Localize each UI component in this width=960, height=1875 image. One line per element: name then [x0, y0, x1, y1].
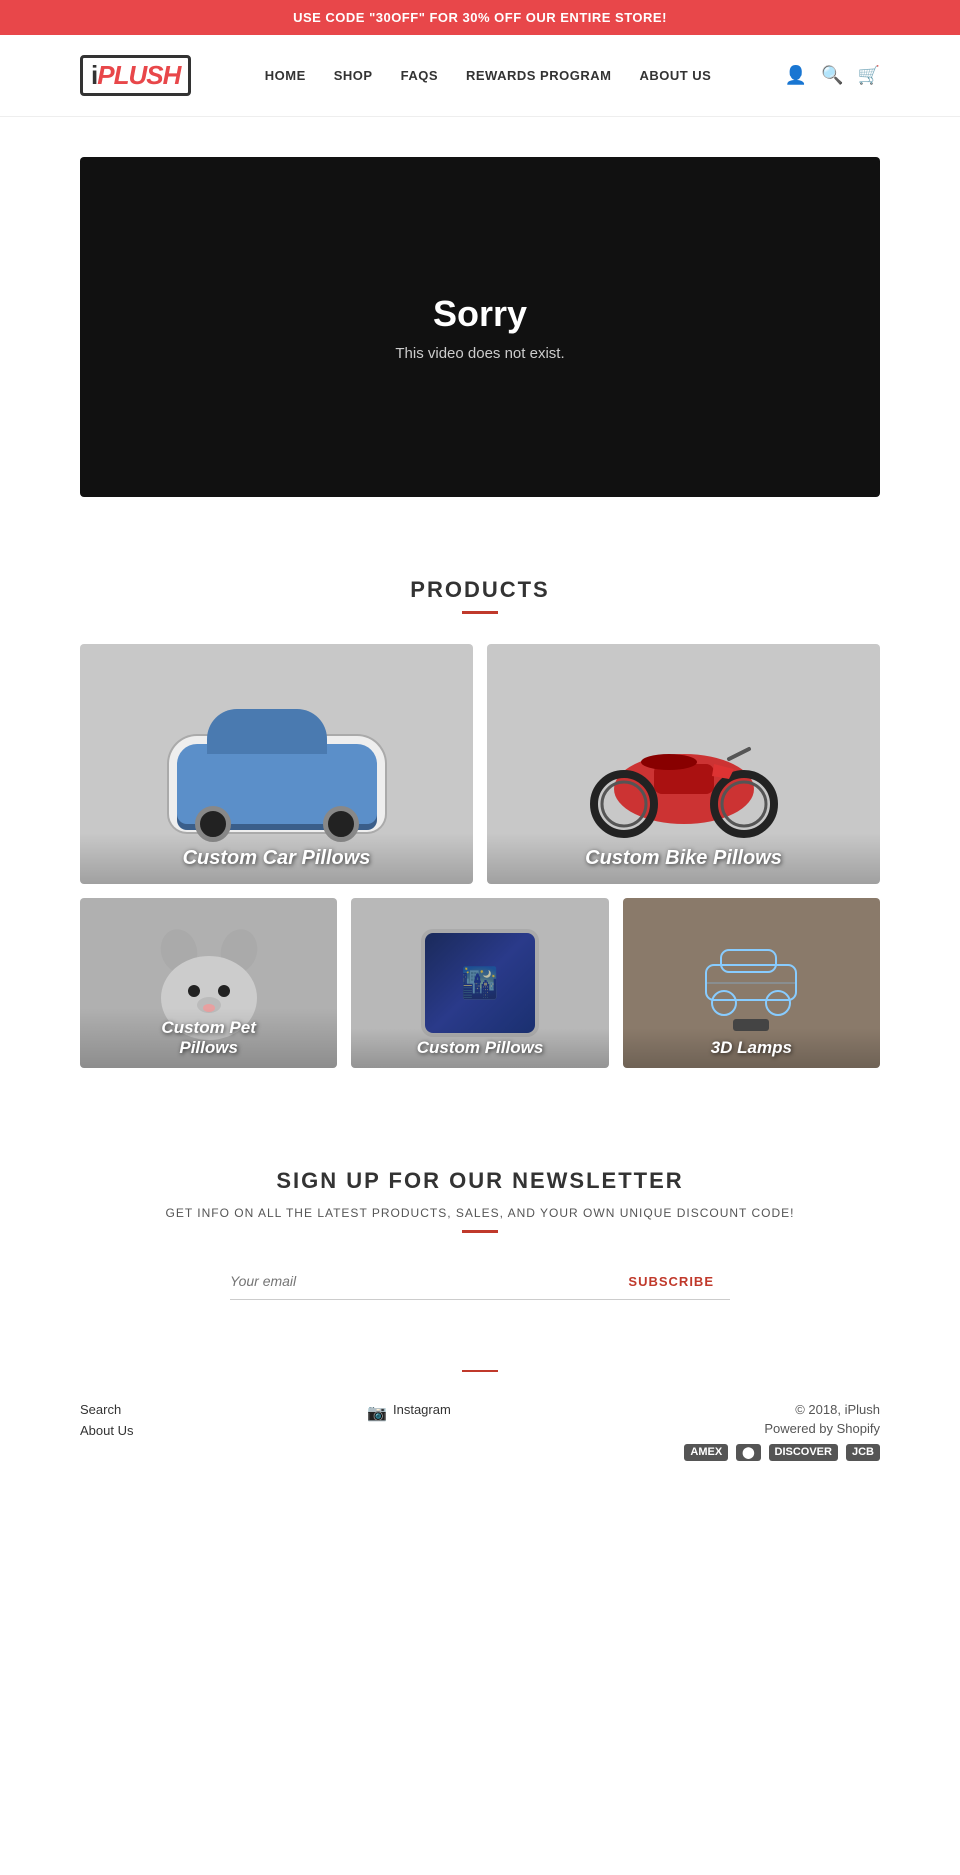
- nav-shop[interactable]: SHOP: [334, 68, 373, 83]
- nav-icons: 👤 🔍 🛒: [785, 65, 880, 86]
- products-title: PRODUCTS: [80, 577, 880, 603]
- logo-plush: PLUSH: [97, 60, 180, 90]
- title-underline: [462, 611, 498, 614]
- footer-about-link[interactable]: About Us: [80, 1423, 133, 1438]
- footer-divider: [462, 1370, 498, 1372]
- footer-links: Search About Us 📷 Instagram © 2018, iPlu…: [80, 1402, 880, 1465]
- discover-icon: DISCOVER: [769, 1444, 838, 1461]
- site-footer: Search About Us 📷 Instagram © 2018, iPlu…: [0, 1340, 960, 1515]
- powered-text: Powered by Shopify: [684, 1421, 880, 1436]
- product-card-bike[interactable]: Custom Bike Pillows: [487, 644, 880, 884]
- copyright-text: © 2018, iPlush: [684, 1402, 880, 1417]
- footer-left: Search About Us: [80, 1402, 133, 1444]
- newsletter-title: SIGN UP FOR OUR NEWSLETTER: [80, 1168, 880, 1194]
- nav-home[interactable]: HOME: [265, 68, 306, 83]
- footer-social[interactable]: 📷 Instagram: [367, 1402, 451, 1423]
- email-input[interactable]: [230, 1263, 612, 1300]
- promo-text: USE CODE "30OFF" FOR 30% OFF OUR ENTIRE …: [293, 10, 667, 25]
- nav-about[interactable]: ABOUT US: [639, 68, 711, 83]
- jcb-icon: JCB: [846, 1444, 880, 1461]
- product-card-lamps[interactable]: 3D Lamps: [623, 898, 880, 1068]
- subscribe-button[interactable]: SUBSCRIBE: [612, 1264, 730, 1300]
- instagram-icon: 📷: [367, 1403, 387, 1423]
- newsletter-section: SIGN UP FOR OUR NEWSLETTER GET INFO ON A…: [0, 1108, 960, 1340]
- video-sorry-text: Sorry: [433, 293, 527, 335]
- products-grid-bottom: Custom PetPillows 🌃 Custom Pillows: [80, 898, 880, 1068]
- payment-icons: AMEX ⬤ DISCOVER JCB: [684, 1444, 880, 1461]
- video-player: Sorry This video does not exist.: [80, 157, 880, 497]
- footer-search-link[interactable]: Search: [80, 1402, 133, 1417]
- amex-icon: AMEX: [684, 1444, 728, 1461]
- newsletter-form: SUBSCRIBE: [230, 1263, 730, 1300]
- footer-right: © 2018, iPlush Powered by Shopify AMEX ⬤…: [684, 1402, 880, 1465]
- nav-rewards[interactable]: REWARDS PROGRAM: [466, 68, 611, 83]
- newsletter-subtitle: GET INFO ON ALL THE LATEST PRODUCTS, SAL…: [80, 1206, 880, 1220]
- search-icon[interactable]: 🔍: [821, 65, 843, 86]
- pillows-product-label: Custom Pillows: [351, 1028, 608, 1068]
- newsletter-divider: [462, 1230, 498, 1233]
- cart-icon[interactable]: 🛒: [858, 65, 880, 86]
- product-card-pet[interactable]: Custom PetPillows: [80, 898, 337, 1068]
- car-product-label: Custom Car Pillows: [80, 833, 473, 884]
- promo-banner: USE CODE "30OFF" FOR 30% OFF OUR ENTIRE …: [0, 0, 960, 35]
- main-nav: HOME SHOP FAQS REWARDS PROGRAM ABOUT US: [265, 68, 712, 83]
- account-icon[interactable]: 👤: [785, 65, 807, 86]
- products-grid-top: Custom Car Pillows: [80, 644, 880, 884]
- product-card-car[interactable]: Custom Car Pillows: [80, 644, 473, 884]
- video-sub-text: This video does not exist.: [395, 345, 564, 362]
- diners-icon: ⬤: [736, 1444, 760, 1461]
- product-card-pillows[interactable]: 🌃 Custom Pillows: [351, 898, 608, 1068]
- logo[interactable]: iPLUSH: [80, 55, 191, 96]
- site-header: iPLUSH HOME SHOP FAQS REWARDS PROGRAM AB…: [0, 35, 960, 117]
- bike-product-label: Custom Bike Pillows: [487, 833, 880, 884]
- nav-faqs[interactable]: FAQS: [401, 68, 438, 83]
- lamps-product-label: 3D Lamps: [623, 1028, 880, 1068]
- instagram-link[interactable]: Instagram: [393, 1402, 451, 1417]
- pet-product-label: Custom PetPillows: [80, 1008, 337, 1068]
- products-section: PRODUCTS Custom Car Pillows: [0, 537, 960, 1108]
